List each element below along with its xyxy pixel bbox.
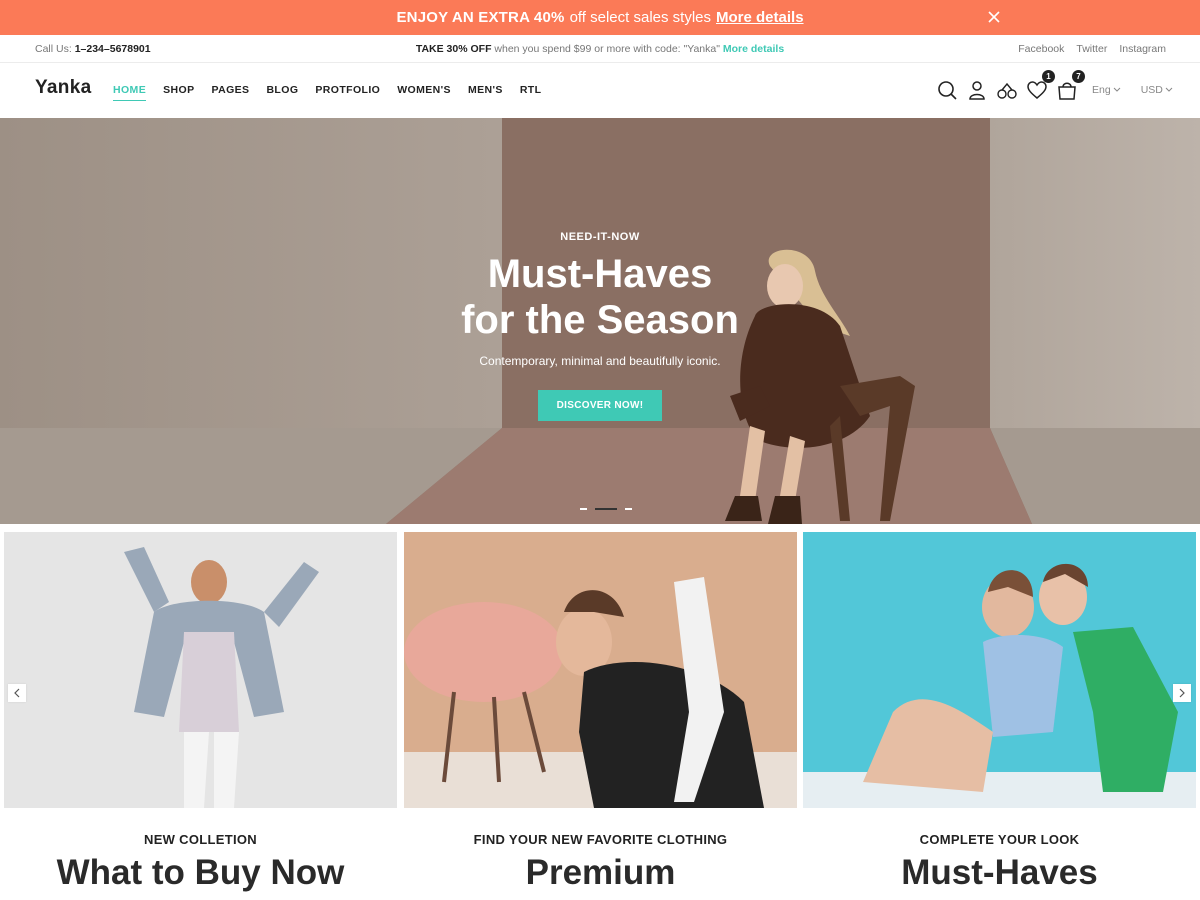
- twitter-link[interactable]: Twitter: [1076, 43, 1107, 55]
- collection-title-1[interactable]: What to Buy Now: [4, 853, 397, 893]
- slider-dots: [580, 508, 632, 510]
- compare-icon[interactable]: [996, 79, 1018, 101]
- promo-bar: ENJOY AN EXTRA 40% off select sales styl…: [0, 0, 1200, 35]
- collection-kicker-1: NEW COLLETION: [144, 832, 257, 847]
- cart-count-badge: 7: [1072, 70, 1085, 83]
- facebook-link[interactable]: Facebook: [1018, 43, 1064, 55]
- nav-item-pages[interactable]: PAGES: [211, 84, 249, 101]
- collection-text-2: FIND YOUR NEW FAVORITE CLOTHING Premium: [404, 832, 797, 893]
- collection-title-2[interactable]: Premium: [404, 853, 797, 893]
- hero-slider: NEED-IT-NOW Must-Haves for the Season Co…: [0, 118, 1200, 524]
- collection-kicker-2: FIND YOUR NEW FAVORITE CLOTHING: [473, 832, 728, 847]
- currency-select[interactable]: USD: [1141, 84, 1173, 96]
- header-icons: 1 7 Eng USD: [936, 70, 1187, 101]
- offer-text: when you spend $99 or more with code: "Y…: [494, 43, 720, 55]
- model-premium-image: [404, 577, 797, 808]
- heart-icon[interactable]: 1: [1026, 70, 1055, 101]
- offer-details-link[interactable]: More details: [723, 43, 784, 55]
- slider-dot-3[interactable]: [625, 508, 632, 510]
- search-icon[interactable]: [936, 79, 958, 101]
- hero-kicker: NEED-IT-NOW: [560, 231, 640, 243]
- slider-dot-1[interactable]: [580, 508, 587, 510]
- discover-now-button[interactable]: DISCOVER NOW!: [538, 390, 662, 421]
- language-value: Eng: [1092, 84, 1111, 96]
- collection-image-3[interactable]: [803, 532, 1196, 808]
- social-links: Facebook Twitter Instagram: [1018, 43, 1166, 55]
- hero-title-line2: for the Season: [461, 298, 739, 342]
- bag-icon[interactable]: 7: [1056, 70, 1085, 101]
- main-nav: HOME SHOP PAGES BLOG PROTFOLIO WOMEN'S M…: [113, 84, 558, 101]
- nav-item-blog[interactable]: BLOG: [266, 84, 298, 101]
- collection-image-2[interactable]: [404, 532, 797, 808]
- hero-title-line1: Must-Haves: [487, 252, 713, 296]
- model-must-haves-image: [803, 563, 1196, 808]
- chevron-right-icon: [1179, 688, 1185, 698]
- collection-kicker-3: COMPLETE YOUR LOOK: [919, 832, 1080, 847]
- nav-item-portfolio[interactable]: PROTFOLIO: [315, 84, 380, 101]
- promo-text: off select sales styles: [569, 9, 712, 26]
- language-select[interactable]: Eng: [1092, 84, 1121, 96]
- site-header: Yanka HOME SHOP PAGES BLOG PROTFOLIO WOM…: [0, 63, 1200, 118]
- collection-title-3[interactable]: Must-Haves: [803, 853, 1196, 893]
- carousel-next-button[interactable]: [1173, 684, 1191, 702]
- collection-text-1: NEW COLLETION What to Buy Now: [4, 832, 397, 893]
- nav-item-womens[interactable]: WOMEN'S: [397, 84, 451, 101]
- chevron-left-icon: [14, 688, 20, 698]
- chevron-down-icon: [1165, 87, 1173, 92]
- promo-strong-text: ENJOY AN EXTRA 40%: [396, 9, 565, 26]
- collection-text-3: COMPLETE YOUR LOOK Must-Haves: [803, 832, 1196, 893]
- slider-dot-2[interactable]: [595, 508, 617, 510]
- instagram-link[interactable]: Instagram: [1119, 43, 1166, 55]
- offer-bold: TAKE 30% OFF: [415, 43, 492, 55]
- close-icon[interactable]: [984, 7, 1004, 27]
- collections-section: NEW COLLETION What to Buy Now FIND YOUR …: [0, 524, 1200, 900]
- nav-item-home[interactable]: HOME: [113, 84, 147, 101]
- user-icon[interactable]: [966, 79, 988, 101]
- collection-image-1[interactable]: [4, 532, 397, 808]
- hero-subtitle: Contemporary, minimal and beautifully ic…: [479, 354, 721, 368]
- nav-item-shop[interactable]: SHOP: [163, 84, 194, 101]
- nav-item-mens[interactable]: MEN'S: [468, 84, 503, 101]
- chevron-down-icon: [1113, 87, 1121, 92]
- model-denim-image: [124, 547, 319, 808]
- hero-title: Must-Haves for the Season: [0, 251, 1200, 343]
- wishlist-count-badge: 1: [1042, 70, 1055, 83]
- logo[interactable]: Yanka: [35, 77, 91, 99]
- nav-item-rtl[interactable]: RTL: [520, 84, 542, 101]
- currency-value: USD: [1140, 84, 1163, 96]
- top-info-bar: Call Us: 1–234–5678901 TAKE 30% OFF when…: [0, 35, 1200, 63]
- carousel-prev-button[interactable]: [8, 684, 26, 702]
- promo-details-link[interactable]: More details: [716, 9, 804, 26]
